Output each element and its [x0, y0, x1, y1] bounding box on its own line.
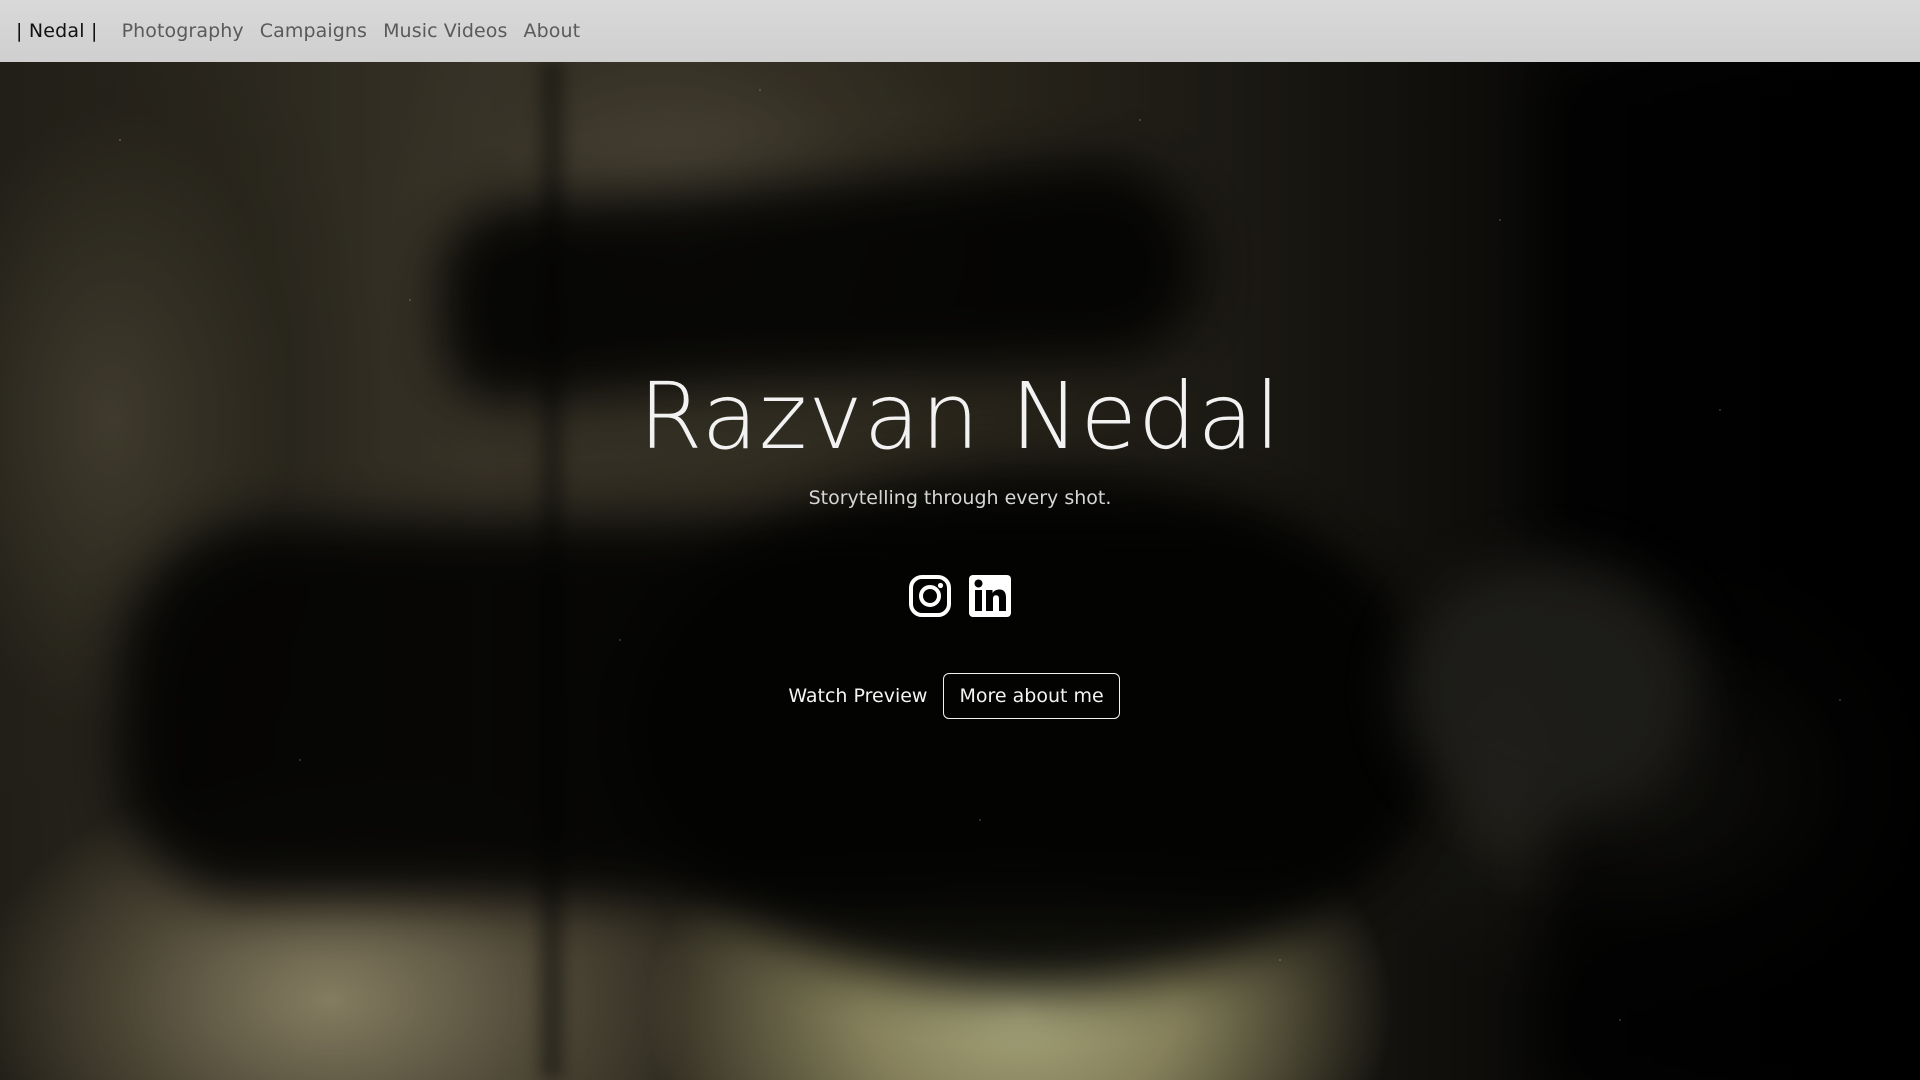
linkedin-icon[interactable]: [968, 574, 1012, 618]
hero-title: Razvan Nedal: [638, 363, 1282, 470]
hero-subtitle: Storytelling through every shot.: [808, 487, 1112, 509]
watch-preview-button[interactable]: Watch Preview: [788, 675, 927, 717]
nav-link-photography[interactable]: Photography: [122, 20, 244, 42]
nav-links: Photography Campaigns Music Videos About: [122, 20, 581, 42]
nav-link-music-videos[interactable]: Music Videos: [383, 20, 507, 42]
page: | Nedal | Photography Campaigns Music Vi…: [0, 0, 1920, 1080]
nav-link-about[interactable]: About: [524, 20, 581, 42]
cta-buttons: Watch Preview More about me: [0, 673, 1920, 719]
instagram-icon[interactable]: [908, 574, 952, 618]
more-about-me-button[interactable]: More about me: [943, 673, 1120, 719]
navbar: | Nedal | Photography Campaigns Music Vi…: [0, 0, 1920, 62]
social-links: [0, 574, 1920, 618]
nav-link-campaigns[interactable]: Campaigns: [260, 20, 367, 42]
brand-link[interactable]: | Nedal |: [16, 20, 98, 42]
hero-section: Razvan Nedal Storytelling through every …: [0, 0, 1920, 1080]
